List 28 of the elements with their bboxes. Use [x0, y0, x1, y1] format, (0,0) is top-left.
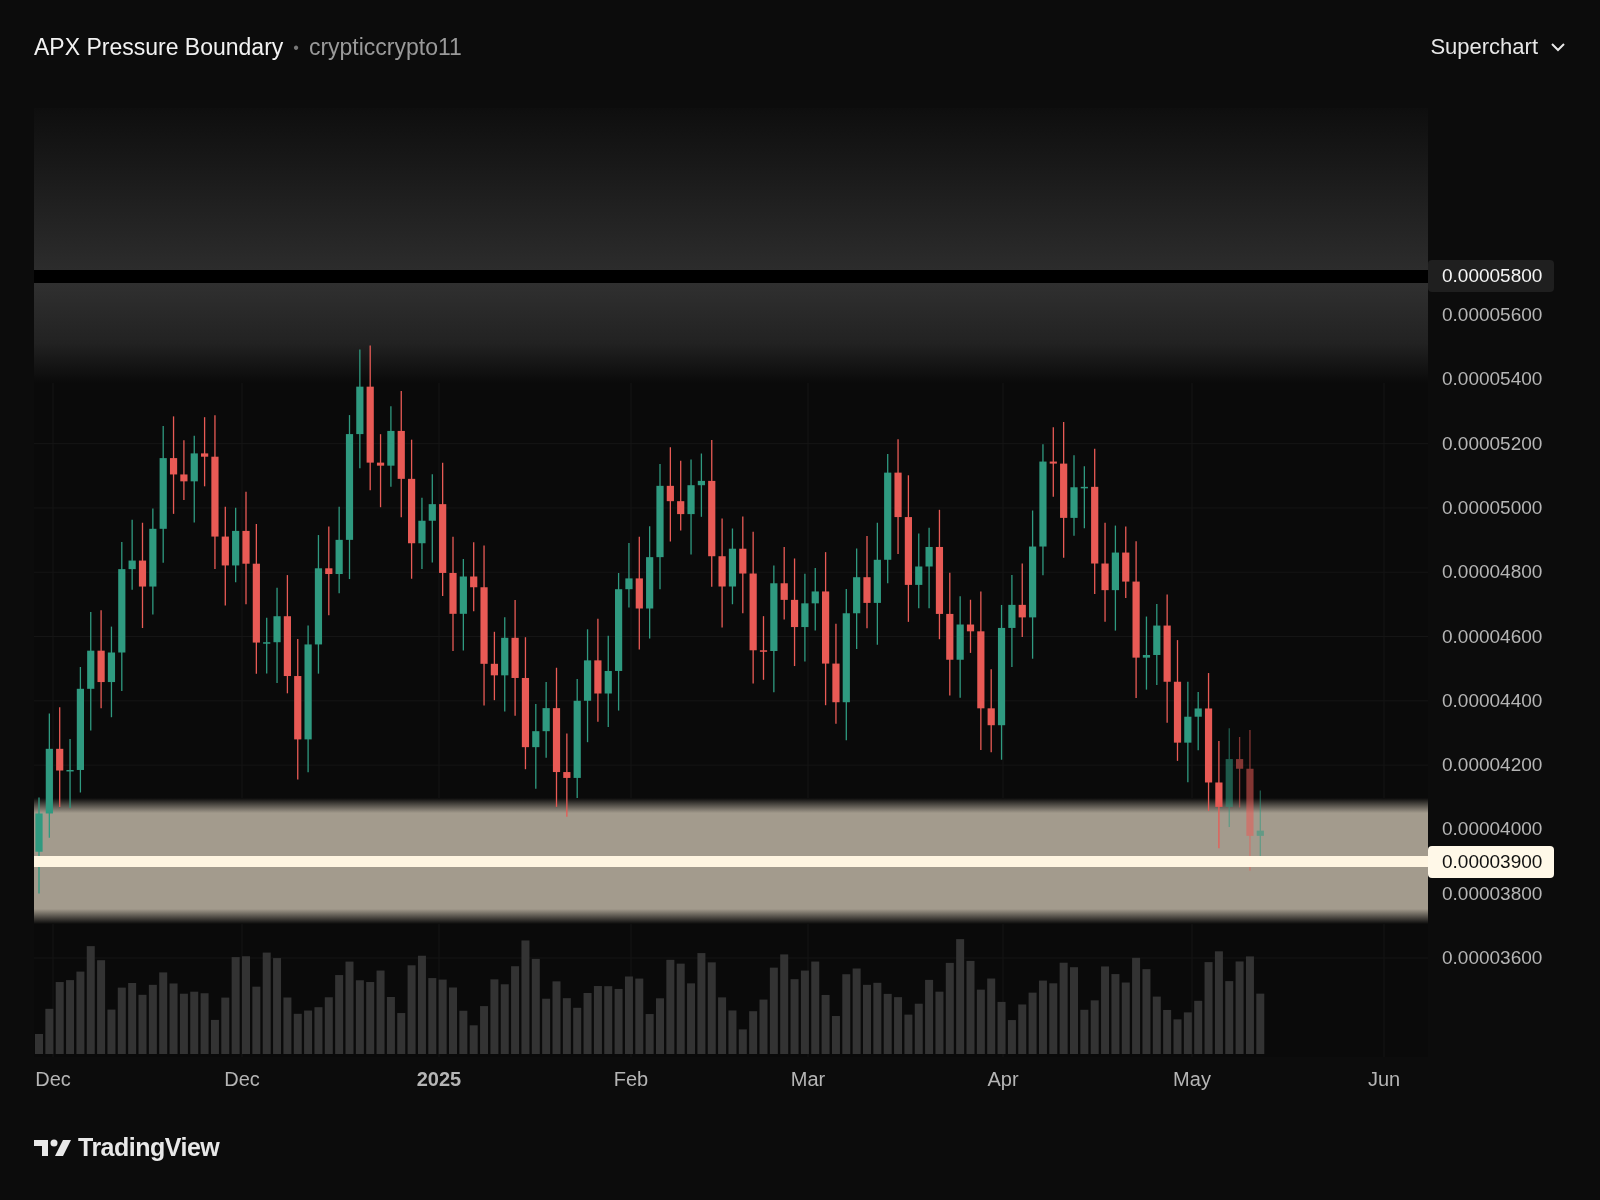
price-axis-label: 0.00005400 [1442, 367, 1543, 392]
chevron-down-icon [1550, 42, 1566, 52]
price-tag: 0.00005800 [1428, 260, 1555, 292]
time-axis-label: Apr [987, 1068, 1019, 1091]
price-axis-label: 0.00004600 [1442, 624, 1543, 649]
price-axis-label: 0.00003800 [1442, 881, 1543, 906]
price-axis-label: 0.00005200 [1442, 431, 1543, 456]
time-axis-label: Jun [1367, 1068, 1401, 1091]
price-axis-label: 0.00005600 [1442, 303, 1543, 327]
time-axis-label: Mar [790, 1068, 826, 1091]
time-axis-label: Feb [613, 1068, 649, 1091]
time-axis-label: Dec [224, 1068, 260, 1091]
author-name[interactable]: crypticcrypto11 [308, 34, 462, 61]
price-axis-label: 0.00004000 [1442, 817, 1543, 842]
brand-name: TradingView [78, 1133, 220, 1162]
time-axis-label: May [1173, 1068, 1211, 1091]
price-axis-label: 0.00004800 [1442, 560, 1543, 585]
separator-dot: • [293, 38, 299, 57]
price-axis-label: 0.00004400 [1442, 688, 1543, 713]
layout-menu-button[interactable]: Superchart [1430, 34, 1566, 60]
price-tag: 0.00003900 [1428, 846, 1555, 878]
logo-icon [34, 1137, 72, 1158]
time-axis-label: Dec [35, 1068, 71, 1091]
chart-title: APX Pressure Boundary [34, 34, 284, 61]
price-axis-label: 0.00004200 [1442, 753, 1543, 778]
price-axis-label: 0.00003600 [1442, 946, 1543, 970]
time-axis-label: 2025 [416, 1068, 462, 1091]
price-axis-label: 0.00005000 [1442, 495, 1543, 520]
